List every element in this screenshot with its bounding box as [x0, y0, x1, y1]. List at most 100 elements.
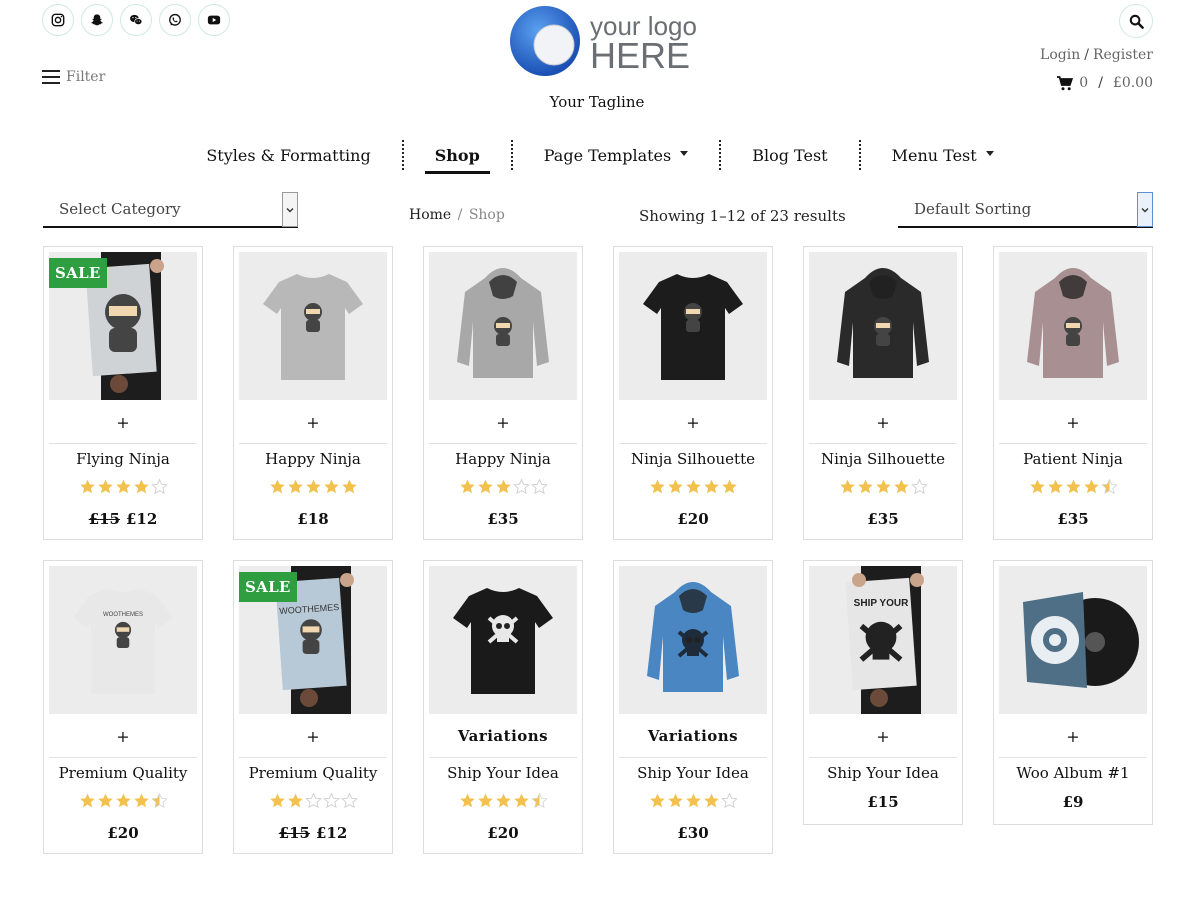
- product-card[interactable]: + Woo Album #1 £9: [993, 560, 1153, 825]
- star-icon: [1029, 479, 1045, 494]
- breadcrumb: Home / Shop: [409, 207, 505, 223]
- product-title[interactable]: Flying Ninja: [44, 450, 202, 468]
- product-image[interactable]: [429, 252, 577, 400]
- product-title[interactable]: Woo Album #1: [994, 764, 1152, 782]
- star-icon: [459, 793, 475, 808]
- wechat-icon: [130, 14, 143, 25]
- category-select-arrow[interactable]: [282, 192, 298, 227]
- star-icon: [305, 479, 321, 494]
- star-icon: [322, 792, 340, 809]
- add-to-cart-button[interactable]: +: [614, 413, 772, 432]
- product-title[interactable]: Happy Ninja: [424, 450, 582, 468]
- star-rating: [44, 792, 202, 809]
- product-title[interactable]: Ship Your Idea: [424, 764, 582, 782]
- hamburger-icon: [42, 70, 60, 84]
- product-card[interactable]: WOOTHEMES SALE + Premium Quality £15 £12: [233, 560, 393, 854]
- product-card[interactable]: Variations Ship Your Idea £20: [423, 560, 583, 854]
- wechat-link[interactable]: [120, 4, 152, 36]
- product-title[interactable]: Premium Quality: [44, 764, 202, 782]
- star-icon: [269, 479, 285, 494]
- breadcrumb-home[interactable]: Home: [409, 207, 451, 223]
- add-to-cart-button[interactable]: +: [994, 727, 1152, 746]
- product-card[interactable]: + Patient Ninja £35: [993, 246, 1153, 540]
- product-image[interactable]: WOOTHEMES: [49, 566, 197, 714]
- add-to-cart-button[interactable]: +: [804, 413, 962, 432]
- card-divider: [239, 757, 387, 758]
- add-to-cart-button[interactable]: +: [424, 413, 582, 432]
- card-divider: [999, 757, 1147, 758]
- product-card[interactable]: + Ninja Silhouette £35: [803, 246, 963, 540]
- site-logo[interactable]: your logo HERE: [508, 5, 698, 79]
- sort-select[interactable]: Default Sorting: [898, 192, 1153, 228]
- star-icon: [79, 479, 95, 494]
- login-link[interactable]: Login: [1040, 47, 1080, 63]
- category-select[interactable]: Select Category: [43, 192, 298, 228]
- whatsapp-link[interactable]: [159, 4, 191, 36]
- nav-item-blog-test[interactable]: Blog Test: [721, 139, 858, 171]
- instagram-link[interactable]: [42, 4, 74, 36]
- star-icon: [703, 793, 719, 808]
- account-separator: /: [1084, 47, 1089, 63]
- star-rating: [44, 478, 202, 495]
- current-price: £20: [487, 824, 519, 842]
- product-title[interactable]: Ninja Silhouette: [614, 450, 772, 468]
- star-icon: [269, 793, 285, 808]
- product-image[interactable]: [619, 252, 767, 400]
- register-link[interactable]: Register: [1093, 47, 1153, 63]
- product-price: £15: [804, 793, 962, 811]
- sort-select-arrow[interactable]: [1137, 192, 1153, 227]
- nav-item-page-templates[interactable]: Page Templates: [513, 139, 719, 171]
- product-price: £35: [424, 510, 582, 528]
- product-card[interactable]: WOOTHEMES + Premium Quality £20: [43, 560, 203, 854]
- filter-toggle[interactable]: Filter: [42, 68, 105, 86]
- logo-line2: HERE: [590, 35, 690, 76]
- select-variations-button[interactable]: Variations: [614, 727, 772, 745]
- nav-item-label: Page Templates: [543, 145, 672, 165]
- youtube-link[interactable]: [198, 4, 230, 36]
- cart-summary[interactable]: 0 / £0.00: [1057, 75, 1153, 91]
- nav-item-shop[interactable]: Shop: [404, 139, 511, 174]
- star-rating: [994, 478, 1152, 495]
- nav-item-styles-formatting[interactable]: Styles & Formatting: [175, 139, 401, 171]
- product-image[interactable]: SHIP YOUR: [809, 566, 957, 714]
- product-image[interactable]: [999, 566, 1147, 714]
- product-title[interactable]: Ship Your Idea: [614, 764, 772, 782]
- product-price: £30: [614, 824, 772, 842]
- add-to-cart-button[interactable]: +: [994, 413, 1152, 432]
- cart-total: £0.00: [1112, 75, 1153, 91]
- product-card[interactable]: SHIP YOUR + Ship Your Idea £15: [803, 560, 963, 825]
- add-to-cart-button[interactable]: +: [234, 413, 392, 432]
- product-card[interactable]: + Happy Ninja £18: [233, 246, 393, 540]
- product-title[interactable]: Happy Ninja: [234, 450, 392, 468]
- product-title[interactable]: Ship Your Idea: [804, 764, 962, 782]
- star-rating: [424, 478, 582, 495]
- product-card[interactable]: SALE + Flying Ninja £15 £12: [43, 246, 203, 540]
- search-button[interactable]: [1119, 4, 1153, 38]
- product-card[interactable]: + Happy Ninja £35: [423, 246, 583, 540]
- star-icon: [893, 479, 909, 494]
- star-icon: [287, 793, 303, 808]
- star-icon: [721, 479, 737, 494]
- select-variations-button[interactable]: Variations: [424, 727, 582, 745]
- product-image[interactable]: [999, 252, 1147, 400]
- star-icon: [495, 793, 511, 808]
- product-image[interactable]: [429, 566, 577, 714]
- youtube-icon: [207, 15, 221, 25]
- star-icon: [477, 479, 493, 494]
- add-to-cart-button[interactable]: +: [44, 727, 202, 746]
- add-to-cart-button[interactable]: +: [234, 727, 392, 746]
- nav-item-menu-test[interactable]: Menu Test: [861, 139, 1025, 171]
- product-title[interactable]: Ninja Silhouette: [804, 450, 962, 468]
- product-title[interactable]: Patient Ninja: [994, 450, 1152, 468]
- product-title[interactable]: Premium Quality: [234, 764, 392, 782]
- star-icon: [530, 478, 548, 495]
- product-image[interactable]: [239, 252, 387, 400]
- add-to-cart-button[interactable]: +: [804, 727, 962, 746]
- snapchat-link[interactable]: [81, 4, 113, 36]
- add-to-cart-button[interactable]: +: [44, 413, 202, 432]
- product-card[interactable]: Variations Ship Your Idea £30: [613, 560, 773, 854]
- product-card[interactable]: + Ninja Silhouette £20: [613, 246, 773, 540]
- product-image[interactable]: [809, 252, 957, 400]
- caret-down-icon: [985, 150, 994, 156]
- product-image[interactable]: [619, 566, 767, 714]
